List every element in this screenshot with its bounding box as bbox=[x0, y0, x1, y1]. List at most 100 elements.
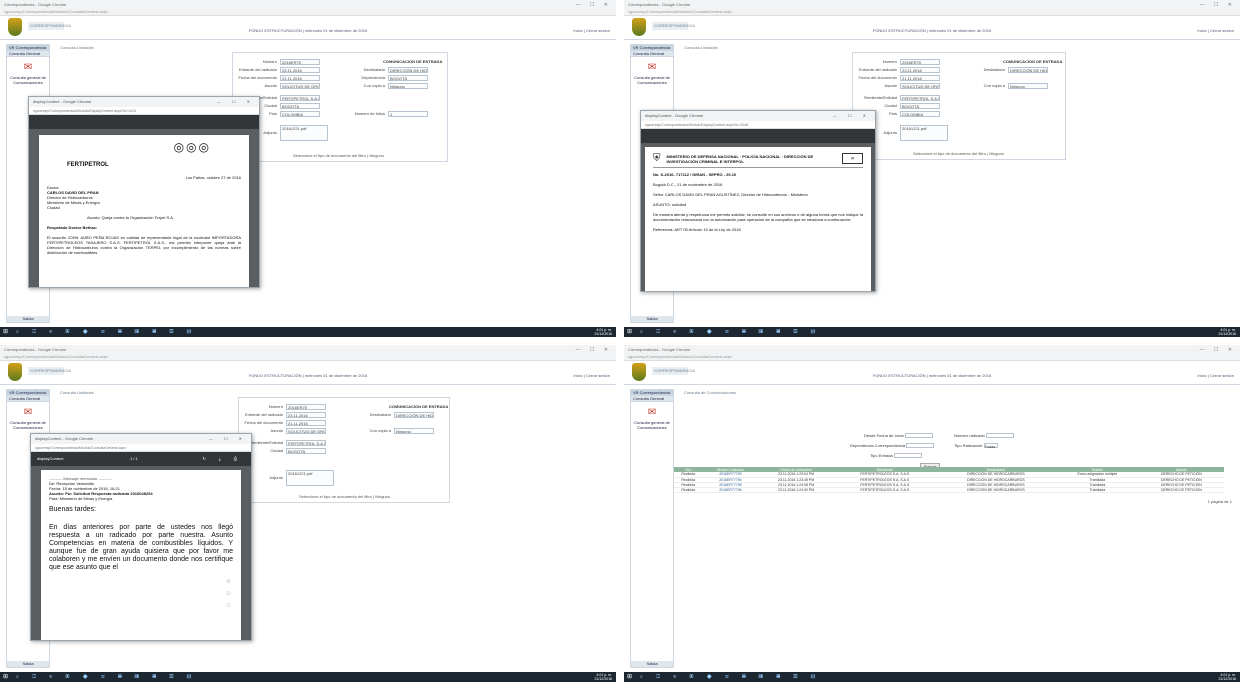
field-value: 2016ER75 bbox=[286, 404, 326, 410]
receipt-stamp-icon: ▤ bbox=[842, 153, 863, 164]
taskbar-apps[interactable]: ⌕ ◫ e ▣ ◆ ✉ ▤ ▥ ▦ ▧ ▨ bbox=[16, 329, 197, 335]
header-links[interactable]: Inicio | Cerrar sesión bbox=[573, 28, 610, 33]
quadrant-top-left: Correspondencia - Google Chrome sgcorres… bbox=[0, 0, 616, 337]
field-value: BOGOTÁ bbox=[388, 75, 428, 81]
nav-consulta-label[interactable]: Consulta general de Comunicaciones bbox=[7, 75, 49, 85]
form-panel: COMUNICACION DE ENTRADA Número 2016ER75 E… bbox=[238, 397, 450, 503]
windows-start-icon[interactable]: ⊞ bbox=[3, 674, 8, 680]
field-label: Con copia a bbox=[369, 428, 391, 434]
nav-footer[interactable]: Salida bbox=[631, 661, 673, 667]
coat-of-arms-logo bbox=[632, 18, 646, 36]
window-controls[interactable]: — ☐ ✕ bbox=[1200, 347, 1236, 353]
nav-tab-consulta[interactable]: Consulta General bbox=[7, 51, 49, 57]
taskbar-apps[interactable]: ⌕ ◫ e ▣ ◆ ✉ ▤ ▥ ▦ ▧ ▨ bbox=[640, 329, 821, 335]
filter-link[interactable]: Seleccione el tipo de documento del filt… bbox=[299, 494, 390, 499]
letter-recipient: Señor CARLOS DAVID DEL PRAN AGUSTÍNEZ, D… bbox=[653, 192, 808, 197]
window-controls[interactable]: — ☐ ✕ bbox=[1200, 2, 1236, 8]
attachment-link[interactable]: 20161221.pdf bbox=[900, 125, 948, 141]
field-value: 21.11.2016 bbox=[286, 420, 326, 426]
letter-subject: ASUNTO: solicitud bbox=[653, 202, 687, 207]
email-greeting: Buenas tardes: bbox=[49, 506, 97, 513]
browser-chrome: Correspondencia - Google Chrome sgcorres… bbox=[624, 345, 1240, 361]
field-label: Entrante del radicado bbox=[858, 67, 897, 73]
field-label: Fecha del documento bbox=[244, 420, 283, 426]
taskbar-apps[interactable]: ⌕ ◫ e ▣ ◆ ✉ ▤ ▥ ▦ ▧ ▨ bbox=[16, 674, 197, 680]
breadcrumb[interactable]: Consulta Unidades bbox=[684, 45, 718, 50]
window-controls[interactable]: — ☐ ✕ bbox=[576, 2, 612, 8]
header-links[interactable]: Inicio | Cerrar sesión bbox=[1197, 373, 1234, 378]
certification-seals-icon: ◎◎◎ bbox=[173, 140, 211, 154]
letter-subject: Asunto: Queja contra la Organización Ter… bbox=[87, 215, 175, 220]
nav-tab-consulta[interactable]: Consulta General bbox=[631, 51, 673, 57]
field-value: 2016ER75 bbox=[280, 59, 320, 65]
taskbar-clock: 4:01 p. m. 21/12/2016 bbox=[594, 328, 612, 336]
start-date-input[interactable] bbox=[904, 433, 933, 439]
field-value: BOGOTÁ bbox=[286, 448, 326, 454]
quadrant-bottom-left: Correspondencia - Google Chrome sgcorres… bbox=[0, 345, 616, 682]
address-bar[interactable]: sgcorresp/Correspondencia/Modulo/Consult… bbox=[4, 9, 586, 15]
header-links[interactable]: Inicio | Cerrar sesión bbox=[1197, 28, 1234, 33]
address-bar[interactable]: sgcorresp/Correspondencia/Modulo/Consult… bbox=[628, 9, 1210, 15]
envelope-icon[interactable]: ✉ bbox=[647, 408, 657, 418]
nav-consulta-label[interactable]: Consulta general de Comunicaciones bbox=[631, 75, 673, 85]
nav-consulta-label[interactable]: Consulta general de Comunicaciones bbox=[7, 420, 49, 430]
taskbar-apps[interactable]: ⌕ ◫ e ▣ ◆ ✉ ▤ ▥ ▦ ▧ ▨ bbox=[640, 674, 821, 680]
popup-window-controls[interactable]: — ☐ ✕ bbox=[833, 111, 871, 121]
nav-footer[interactable]: Salida bbox=[631, 316, 673, 322]
attachment-link[interactable]: 20161221.pdf bbox=[280, 125, 328, 141]
browser-tab[interactable]: Correspondencia - Google Chrome bbox=[4, 2, 66, 7]
pdf-title: displayContent bbox=[37, 456, 64, 461]
popup-address-bar[interactable]: sgcorresp/Correspondencia/Modulo/Display… bbox=[29, 107, 259, 115]
windows-start-icon[interactable]: ⊞ bbox=[3, 329, 8, 335]
browser-tab[interactable]: Correspondencia - Google Chrome bbox=[628, 347, 690, 352]
tipo-radicacion-select[interactable]: Todas bbox=[983, 443, 998, 449]
field-value: 2016ER75 bbox=[900, 59, 940, 65]
address-bar[interactable]: sgcorresp/Correspondencia/Modulo/Consult… bbox=[4, 354, 586, 360]
envelope-icon[interactable]: ✉ bbox=[23, 408, 33, 418]
popup-window-controls[interactable]: — ☐ ✕ bbox=[209, 434, 247, 444]
letter-page: FERTIPETROL ◎◎◎ Los Patios, octubre 27 d… bbox=[39, 135, 249, 287]
field-value: COLOMBIA bbox=[280, 111, 320, 117]
nav-footer[interactable]: Salida bbox=[7, 316, 49, 322]
field-value: FERTIPETROL S.A.S bbox=[286, 440, 326, 446]
browser-tab[interactable]: Correspondencia - Google Chrome bbox=[628, 2, 690, 7]
table-row[interactable]: Recibida 2016ER77796 23.11.2016 1:24:30 … bbox=[674, 487, 1224, 493]
browser-tab[interactable]: Correspondencia - Google Chrome bbox=[4, 347, 66, 352]
windows-start-icon[interactable]: ⊞ bbox=[627, 329, 632, 335]
field-label: Destinatario bbox=[369, 412, 391, 418]
company-logo-text: FERTIPETROL bbox=[67, 162, 109, 168]
filter-link[interactable]: Seleccione el tipo de documento del filt… bbox=[293, 153, 384, 158]
table-pager[interactable]: 1 página de 1 bbox=[1208, 499, 1232, 504]
left-nav: VR Correspondencia Consulta General ✉ Co… bbox=[630, 389, 674, 668]
envelope-icon[interactable]: ✉ bbox=[23, 63, 33, 73]
cell-asunto: DERECHO DE PETICIÓN bbox=[1138, 487, 1224, 493]
tipo-entrada-input[interactable] bbox=[893, 453, 922, 459]
popup-address-bar[interactable]: sgcorresp/Correspondencia/Modulo/Display… bbox=[641, 121, 875, 129]
popup-address-bar[interactable]: sgcorresp/Correspondencia/Modulo/Consult… bbox=[31, 444, 251, 452]
cell-estado: Tramitada bbox=[1055, 487, 1139, 493]
breadcrumb[interactable]: Consulta Unidades bbox=[60, 390, 94, 395]
field-value: BOGOTÁ bbox=[280, 103, 320, 109]
cell-radicado-link[interactable]: 2016ER77796 bbox=[702, 487, 759, 493]
envelope-icon[interactable]: ✉ bbox=[647, 63, 657, 73]
nav-consulta-label[interactable]: Consulta general de Comunicaciones bbox=[631, 420, 673, 430]
header-links[interactable]: Inicio | Cerrar sesión bbox=[573, 373, 610, 378]
address-bar[interactable]: sgcorresp/Correspondencia/Modulo/Consult… bbox=[628, 354, 1210, 360]
zoom-controls-icon[interactable]: ⊕ ⊖ ⊙ bbox=[226, 576, 231, 612]
attachment-link[interactable]: 20161221.pdf bbox=[286, 470, 334, 486]
nav-footer[interactable]: Salida bbox=[7, 661, 49, 667]
dependencia-input[interactable] bbox=[906, 443, 935, 449]
letter-date: Los Patios, octubre 27 de 2016 bbox=[185, 175, 241, 180]
header-subtitle: FONDO ESTRUCTURACIÓN | miércoles 01 de d… bbox=[248, 28, 368, 33]
nav-tab-consulta[interactable]: Consulta General bbox=[7, 396, 49, 402]
window-controls[interactable]: — ☐ ✕ bbox=[576, 347, 612, 353]
popup-title-text: displayContent - Google Chrome bbox=[33, 99, 92, 104]
pdf-tools-icon[interactable]: ↻ ⤓ ⎙ bbox=[202, 452, 243, 466]
windows-start-icon[interactable]: ⊞ bbox=[627, 674, 632, 680]
popup-window-controls[interactable]: — ☐ ✕ bbox=[217, 97, 255, 107]
quadrant-bottom-right: Correspondencia - Google Chrome sgcorres… bbox=[624, 345, 1240, 682]
filter-link[interactable]: Seleccione el tipo de documento del filt… bbox=[913, 151, 1004, 156]
breadcrumb[interactable]: Consulta Unidades bbox=[60, 45, 94, 50]
nav-tab-consulta[interactable]: Consulta General bbox=[631, 396, 673, 402]
radicado-input[interactable] bbox=[985, 433, 1014, 439]
